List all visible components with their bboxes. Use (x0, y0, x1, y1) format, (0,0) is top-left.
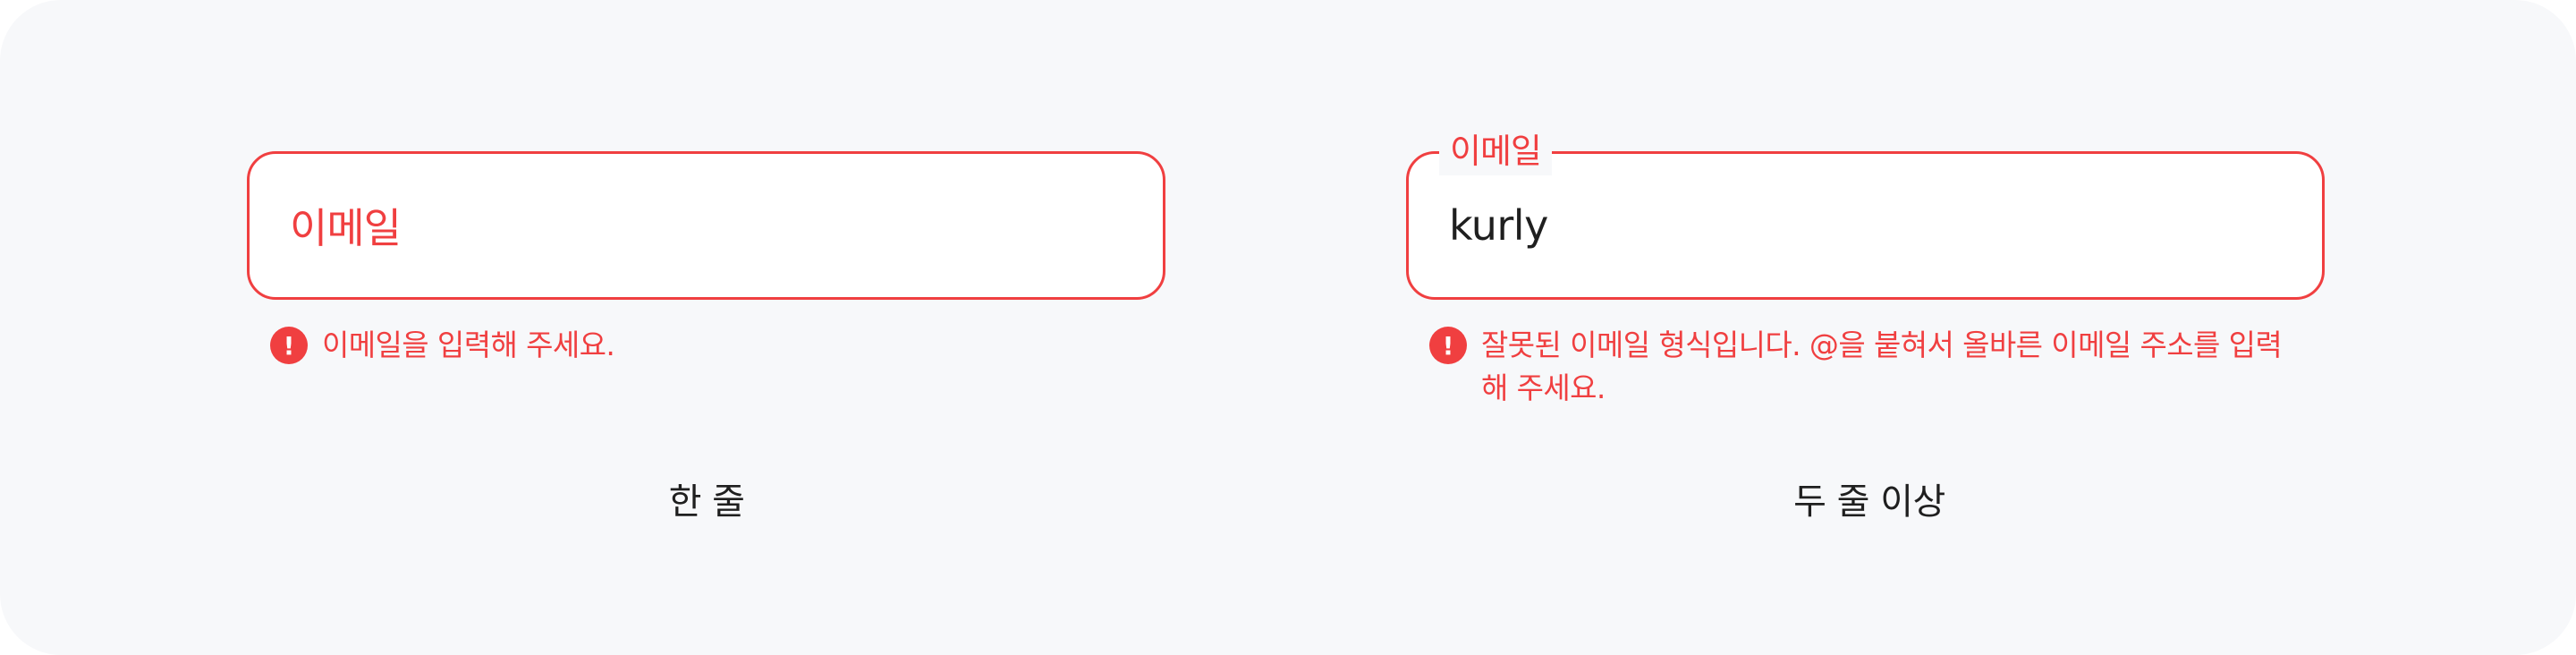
exclamation-icon: ! (1429, 327, 1467, 364)
error-message-multi-line: ! 잘못된 이메일 형식입니다. @을 붙혀서 올바른 이메일 주소를 입력해 … (1429, 324, 2288, 410)
email-floating-label: 이메일 (1439, 127, 1552, 175)
exclamation-icon: ! (270, 327, 308, 364)
error-text: 이메일을 입력해 주세요. (322, 328, 615, 362)
canvas: 이메일 ! 이메일을 입력해 주세요. 한 줄 이메일 kurly ! 잘못된 … (0, 0, 2576, 655)
caption-multi-line: 두 줄 이상 (1793, 481, 1945, 523)
error-text: 잘못된 이메일 형식입니다. @을 붙혀서 올바른 이메일 주소를 입력해 주세… (1481, 328, 2283, 405)
email-field-empty[interactable]: 이메일 (247, 151, 1165, 300)
email-value: kurly (1449, 201, 1548, 250)
caption-single-line: 한 줄 (668, 481, 745, 523)
email-placeholder: 이메일 (290, 204, 402, 252)
email-field-filled[interactable]: 이메일 kurly (1406, 127, 2325, 300)
error-message-single-line: ! 이메일을 입력해 주세요. (270, 324, 1147, 367)
